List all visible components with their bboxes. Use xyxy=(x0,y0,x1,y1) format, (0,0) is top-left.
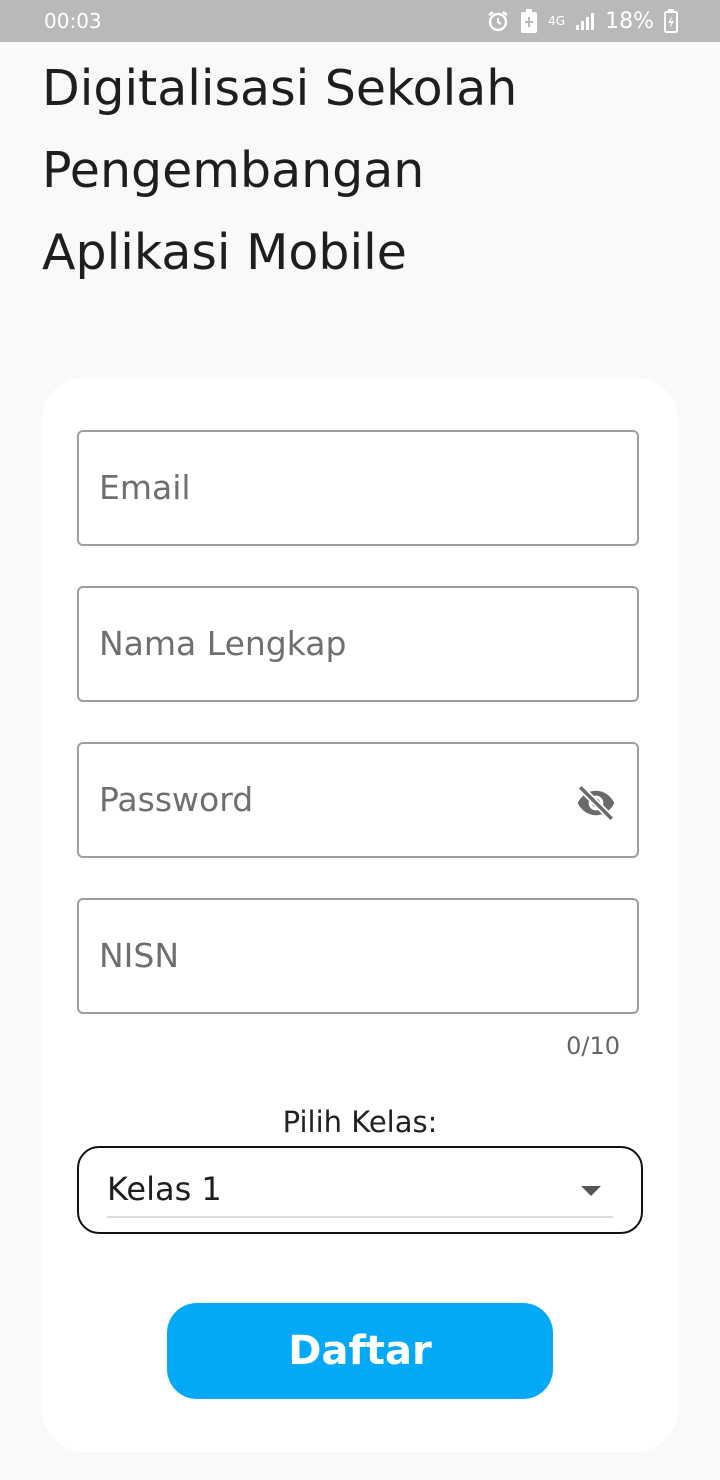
battery-saver-icon xyxy=(521,9,538,33)
dropdown-underline xyxy=(107,1216,613,1218)
title-line-3: Aplikasi Mobile xyxy=(42,224,407,281)
status-time: 00:03 xyxy=(44,9,102,33)
visibility-off-icon[interactable] xyxy=(575,782,617,824)
class-select-label: Pilih Kelas: xyxy=(282,1105,438,1139)
full-name-placeholder: Nama Lengkap xyxy=(99,624,347,663)
class-selected-value: Kelas 1 xyxy=(107,1170,222,1208)
password-placeholder: Password xyxy=(99,780,254,819)
network-type: 4G xyxy=(548,14,566,28)
status-bar: 00:03 4G 18% xyxy=(0,0,720,42)
battery-charging-icon xyxy=(664,9,678,33)
email-field[interactable]: Email xyxy=(77,430,639,546)
password-field[interactable]: Password xyxy=(77,742,639,858)
status-icons: 4G 18% xyxy=(486,8,678,34)
battery-percent: 18% xyxy=(605,8,654,34)
title-line-2: Pengembangan xyxy=(42,142,425,199)
alarm-icon xyxy=(488,11,508,32)
nisn-character-counter: 0/10 xyxy=(566,1032,620,1060)
full-name-field[interactable]: Nama Lengkap xyxy=(77,586,639,702)
page-title: Digitalisasi Sekolah Pengembangan Aplika… xyxy=(42,48,682,294)
register-button[interactable]: Daftar xyxy=(167,1303,553,1399)
title-line-1: Digitalisasi Sekolah xyxy=(42,60,518,117)
nisn-placeholder: NISN xyxy=(99,936,180,975)
registration-card: Email Nama Lengkap Password NISN 0/10 Pi… xyxy=(42,378,678,1452)
email-placeholder: Email xyxy=(99,468,191,507)
signal-icon xyxy=(576,13,595,30)
dropdown-caret-icon xyxy=(581,1186,601,1196)
nisn-field[interactable]: NISN xyxy=(77,898,639,1014)
class-dropdown[interactable]: Kelas 1 xyxy=(77,1146,643,1234)
